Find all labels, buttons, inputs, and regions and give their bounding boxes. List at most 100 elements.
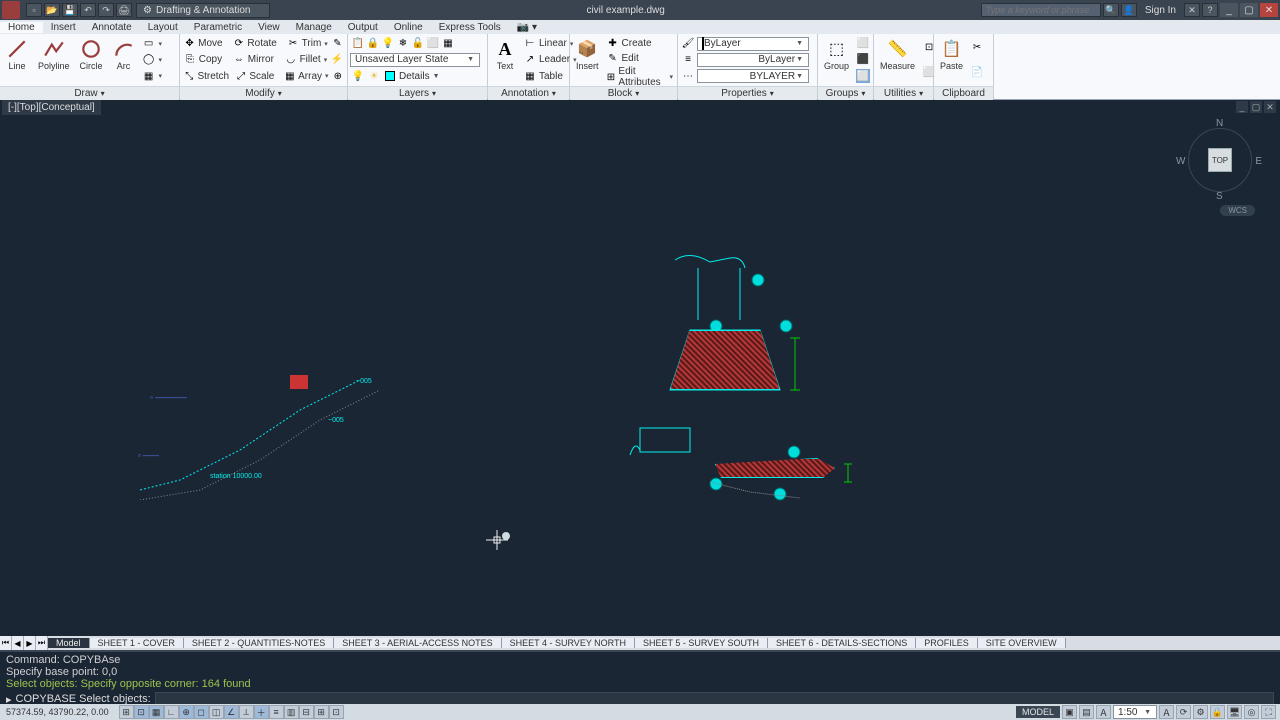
ortho-toggle[interactable]: ∟ <box>164 705 179 719</box>
lineweight-icon[interactable]: ≡ <box>681 53 695 67</box>
undo-icon[interactable]: ↶ <box>80 3 96 17</box>
trim-icon[interactable]: ✂ <box>287 37 300 51</box>
sheet-tab[interactable]: SHEET 1 - COVER <box>90 638 184 648</box>
array-icon[interactable]: ▦ <box>284 69 296 83</box>
drawing-object-detail1[interactable] <box>630 250 870 410</box>
match-prop-icon[interactable]: 🖌 <box>681 37 695 51</box>
space-button[interactable]: MODEL <box>1016 706 1060 718</box>
drawing-object-detail2[interactable] <box>620 420 880 510</box>
layer-make-icon[interactable]: ⬜ <box>426 37 440 51</box>
sheet-tab[interactable]: SHEET 2 - QUANTITIES-NOTES <box>184 638 334 648</box>
minimize-button[interactable]: _ <box>1220 3 1238 17</box>
tab-featured[interactable]: 📷 ▾ <box>509 22 545 33</box>
stretch-button[interactable]: Stretch <box>197 71 229 82</box>
drawing-object[interactable]: ▫ ———— ▫ —— station 10000.00 ~005 ~005 <box>120 350 400 500</box>
open-icon[interactable]: 📂 <box>44 3 60 17</box>
move-icon[interactable]: ✥ <box>183 37 196 51</box>
text-button[interactable]: AText <box>490 36 520 73</box>
edit-button[interactable]: ✎Edit <box>605 51 675 65</box>
layer-freeze-icon[interactable]: ❄ <box>396 37 410 51</box>
quickview-layouts-icon[interactable]: ▣ <box>1062 705 1077 719</box>
grid-toggle[interactable]: ▦ <box>149 705 164 719</box>
layer-prop-icon[interactable]: 📋 <box>351 37 365 51</box>
create-button[interactable]: ✚Create <box>605 36 675 50</box>
app-icon[interactable] <box>2 1 20 19</box>
cut-icon[interactable]: ✂ <box>969 41 985 55</box>
sc-toggle[interactable]: ⊞ <box>314 705 329 719</box>
sign-in-link[interactable]: Sign In <box>1139 5 1182 16</box>
erase-icon[interactable]: ✎ <box>331 37 344 51</box>
user-icon[interactable]: 👤 <box>1121 3 1137 17</box>
rotate-icon[interactable]: ⟳ <box>232 37 245 51</box>
quickview-drawings-icon[interactable]: ▤ <box>1079 705 1094 719</box>
save-icon[interactable]: 💾 <box>62 3 78 17</box>
workspace-dropdown[interactable]: ⚙Drafting & Annotation▼ <box>136 3 270 18</box>
lwt-toggle[interactable]: ≡ <box>269 705 284 719</box>
sheet-nav-first[interactable]: ⏮ <box>0 636 12 650</box>
layer-swatch-icon[interactable] <box>383 69 397 83</box>
view-cube[interactable]: TOP NS EW <box>1180 120 1260 200</box>
search-icon[interactable]: 🔍 <box>1103 3 1119 17</box>
toolbar-lock-icon[interactable]: 🔒 <box>1210 705 1225 719</box>
cleanscreen-icon[interactable]: ⛶ <box>1261 705 1276 719</box>
search-input[interactable] <box>981 3 1101 17</box>
tab-view[interactable]: View <box>250 22 288 33</box>
workspace-icon[interactable]: ⚙ <box>1193 705 1208 719</box>
drawing-canvas[interactable]: TOP NS EW WCS ▫ ———— ▫ —— station 10000.… <box>0 100 1280 636</box>
osnap-toggle[interactable]: ◻ <box>194 705 209 719</box>
annoscale-icon[interactable]: Ａ <box>1096 705 1111 719</box>
edit-attr-button[interactable]: ⊞Edit Attributes▾ <box>605 66 675 88</box>
vp-maximize[interactable]: ▢ <box>1250 101 1262 113</box>
tab-online[interactable]: Online <box>386 22 431 33</box>
copy-icon[interactable]: ⎘ <box>183 53 197 67</box>
measure-button[interactable]: 📏Measure <box>876 36 919 73</box>
layer-sun-icon[interactable]: ☀ <box>367 69 381 83</box>
exchange-icon[interactable]: ✕ <box>1184 3 1200 17</box>
viewport-label[interactable]: [-][Top][Conceptual] <box>2 100 101 115</box>
mirror-icon[interactable]: ⇔ <box>232 53 246 67</box>
tab-manage[interactable]: Manage <box>288 22 340 33</box>
layer-match-icon[interactable]: ▦ <box>441 37 455 51</box>
ducs-toggle[interactable]: ⟂ <box>239 705 254 719</box>
group-edit-icon[interactable]: ⬛ <box>855 53 871 67</box>
line-button[interactable]: Line <box>2 36 32 73</box>
annoauto-icon[interactable]: ⟳ <box>1176 705 1191 719</box>
hatch-button[interactable]: ▦▾ <box>141 69 165 83</box>
ellipse-button[interactable]: ◯▾ <box>141 53 165 67</box>
copy-clip-icon[interactable]: 📄 <box>969 65 985 79</box>
tab-insert[interactable]: Insert <box>43 22 84 33</box>
offset-icon[interactable]: ⊕ <box>332 69 344 83</box>
print-icon[interactable]: 🖨 <box>116 3 132 17</box>
array-button[interactable]: Array <box>298 71 322 82</box>
group-button[interactable]: ⬚Group <box>820 36 853 73</box>
otrack-toggle[interactable]: ∠ <box>224 705 239 719</box>
qp-toggle[interactable]: ⊟ <box>299 705 314 719</box>
linetype-icon[interactable]: ⋯ <box>681 69 695 83</box>
layer-details-button[interactable]: Details <box>399 71 430 82</box>
layer-iso-icon[interactable]: 💡 <box>381 37 395 51</box>
fillet-button[interactable]: Fillet <box>300 54 321 65</box>
linetype-dropdown[interactable]: BYLAYER▼ <box>697 69 809 83</box>
layer-off-icon[interactable]: 🔓 <box>411 37 425 51</box>
trim-button[interactable]: Trim <box>302 38 322 49</box>
wcs-badge[interactable]: WCS <box>1220 205 1255 216</box>
polar-toggle[interactable]: ⊕ <box>179 705 194 719</box>
group-bbox-icon[interactable]: ⬜ <box>855 69 871 83</box>
hardware-icon[interactable]: 🖥 <box>1227 705 1242 719</box>
snap-toggle[interactable]: ⊡ <box>134 705 149 719</box>
polyline-button[interactable]: Polyline <box>34 36 74 73</box>
fillet-icon[interactable]: ◡ <box>284 53 298 67</box>
explode-icon[interactable]: ⚡ <box>330 53 344 67</box>
isolate-icon[interactable]: ◎ <box>1244 705 1259 719</box>
tab-output[interactable]: Output <box>340 22 386 33</box>
annoscale-dropdown[interactable]: 1:50▼ <box>1113 705 1157 719</box>
move-button[interactable]: Move <box>198 38 222 49</box>
scale-icon[interactable]: ⤢ <box>235 69 247 83</box>
close-button[interactable]: ✕ <box>1260 3 1278 17</box>
circle-button[interactable]: Circle <box>76 36 107 73</box>
layer-states-icon[interactable]: 🔒 <box>366 37 380 51</box>
arc-button[interactable]: Arc <box>109 36 139 73</box>
3dosnap-toggle[interactable]: ◫ <box>209 705 224 719</box>
sheet-nav-last[interactable]: ⏭ <box>36 636 48 650</box>
mirror-button[interactable]: Mirror <box>248 54 274 65</box>
